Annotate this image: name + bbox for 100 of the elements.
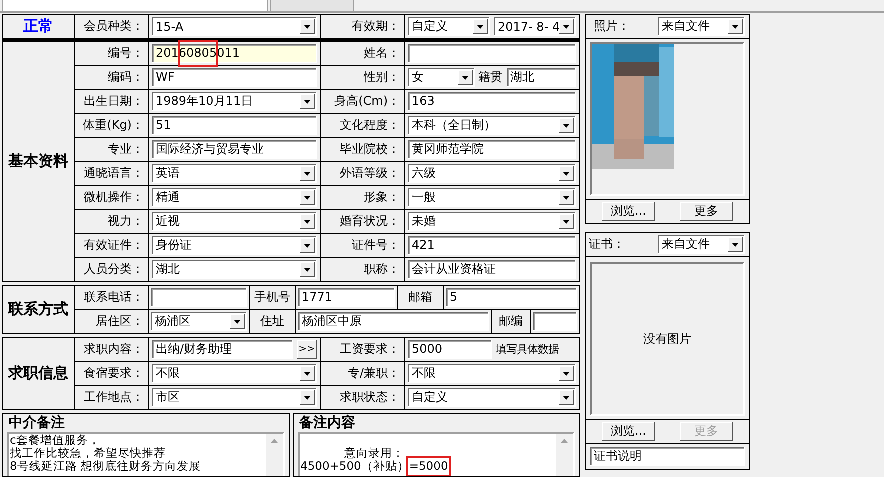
field-label: 姓名：	[364, 45, 400, 62]
text-field[interactable]: 黄冈师范学院	[408, 140, 576, 159]
text-field[interactable]	[533, 312, 577, 331]
empty-message: 没有图片	[644, 330, 692, 348]
dropdown[interactable]: 身份证	[152, 236, 317, 255]
dropdown[interactable]: 市区	[152, 388, 317, 407]
field-label: 婚育状况：	[340, 213, 400, 230]
dropdown-button[interactable]	[300, 94, 315, 109]
caret-icon	[304, 396, 311, 400]
text-field[interactable]: 163	[408, 92, 576, 111]
dropdown[interactable]: 2017- 8- 4	[494, 17, 576, 36]
text-field[interactable]: 421	[408, 236, 576, 255]
field-label: 职称：	[364, 261, 400, 278]
field-label: 填写具体数据	[496, 342, 559, 357]
dropdown[interactable]: 15-A	[152, 17, 317, 36]
text-field[interactable]: 出纳/财务助理	[152, 340, 293, 359]
caret-icon	[304, 244, 311, 248]
text-field[interactable]: 国际经济与贸易专业	[152, 140, 317, 159]
field-label: 手机号	[254, 289, 290, 306]
field-label: 居住区：	[96, 313, 144, 330]
dropdown[interactable]: 六级	[408, 164, 576, 183]
text-field[interactable]: 5000	[408, 340, 492, 359]
field-label: 出生日期：	[84, 93, 144, 110]
text-field[interactable]: WF	[152, 68, 317, 87]
text-field[interactable]: 会计从业资格证	[408, 260, 576, 279]
dropdown[interactable]: 未婚	[408, 212, 576, 231]
dropdown-button[interactable]	[559, 19, 574, 34]
field-label: 联系电话：	[84, 289, 144, 306]
field-label: 专/兼职：	[348, 365, 400, 382]
text-field[interactable]: 1771	[298, 288, 395, 307]
dropdown-button[interactable]	[300, 238, 315, 253]
tab[interactable]	[2, 0, 268, 12]
field-label: 体重(Kg)：	[83, 117, 144, 134]
dropdown[interactable]: 一般	[408, 188, 576, 207]
dropdown-button[interactable]	[559, 166, 574, 181]
text-line: 找工作比较急，希望尽快推荐	[10, 447, 167, 460]
caret-icon	[563, 396, 570, 400]
panel-button[interactable]: 浏览...	[602, 202, 656, 221]
dropdown[interactable]: 来自文件	[658, 235, 745, 254]
text-area[interactable]: 意向录用： 4500+500（补贴）=5000	[298, 432, 575, 476]
dropdown-button[interactable]	[458, 70, 472, 85]
caret-icon	[234, 320, 241, 324]
section-title: 求职信息	[3, 338, 74, 409]
dropdown-button[interactable]	[300, 366, 315, 381]
dropdown[interactable]: 女	[408, 68, 474, 87]
field-label: 工作地点：	[84, 389, 144, 406]
dropdown-button[interactable]	[300, 166, 315, 181]
dropdown-button[interactable]	[728, 237, 743, 252]
dropdown[interactable]: 不限	[152, 364, 317, 383]
field-label: 住址	[260, 313, 284, 330]
dropdown[interactable]: 精通	[152, 188, 317, 207]
scrollbar[interactable]	[266, 434, 282, 476]
text-field[interactable]: 湖北	[506, 68, 576, 87]
panel-button[interactable]: 更多	[680, 202, 733, 221]
dropdown[interactable]: 1989年10月11日	[152, 92, 317, 111]
panel-button[interactable]: 浏览...	[602, 422, 656, 441]
caption-field[interactable]: 证书说明	[590, 447, 745, 466]
field-label: 性别：	[364, 69, 400, 86]
dropdown-button[interactable]	[559, 214, 574, 229]
caret-icon	[462, 76, 468, 80]
text-field[interactable]: 5	[446, 288, 577, 307]
text-field[interactable]: 51	[152, 116, 317, 135]
text-field[interactable]: 杨浦区中原	[298, 312, 489, 331]
dropdown-button[interactable]	[559, 190, 574, 205]
caret-icon	[563, 124, 570, 128]
dropdown-button[interactable]	[559, 390, 574, 405]
dropdown[interactable]: 英语	[152, 164, 317, 183]
dropdown[interactable]: 来自文件	[658, 17, 745, 36]
text-field[interactable]	[151, 288, 247, 307]
dropdown-button[interactable]	[300, 214, 315, 229]
scrollbar[interactable]	[556, 434, 573, 476]
dropdown-button[interactable]	[300, 390, 315, 405]
field-label: 编号：	[108, 45, 144, 62]
field-label: 身高(Cm)：	[334, 93, 400, 110]
dropdown[interactable]: 本科（全日制）	[408, 116, 576, 135]
dropdown-button[interactable]	[300, 19, 315, 34]
dropdown-button[interactable]	[300, 190, 315, 205]
dropdown[interactable]: 近视	[152, 212, 317, 231]
text-field[interactable]	[408, 44, 576, 63]
dropdown-button[interactable]	[559, 118, 574, 133]
dropdown-button[interactable]	[728, 19, 743, 34]
text-area[interactable]: c套餐增值服务， 找工作比较急，希望尽快推荐 8号线延江路 想彻底往财务方向发展	[7, 432, 284, 476]
caret-icon	[304, 220, 311, 224]
dropdown-button[interactable]	[230, 314, 245, 329]
caret-icon	[304, 268, 311, 272]
caret-icon	[304, 196, 311, 200]
dropdown[interactable]: 自定义	[408, 388, 576, 407]
field-label: 求职状态：	[340, 389, 400, 406]
dropdown[interactable]: 湖北	[152, 260, 317, 279]
caret-icon	[563, 24, 570, 28]
dropdown[interactable]: 自定义	[408, 17, 490, 36]
dropdown-button[interactable]	[300, 262, 315, 277]
dropdown[interactable]: 不限	[408, 364, 576, 383]
caret-icon	[732, 242, 739, 246]
scroll-up-icon	[561, 439, 568, 443]
dropdown[interactable]: 杨浦区	[151, 312, 247, 331]
dropdown-button[interactable]	[559, 366, 574, 381]
caret-icon	[304, 372, 311, 376]
dropdown-button[interactable]	[473, 19, 488, 34]
expand-button[interactable]: >>	[297, 340, 317, 359]
